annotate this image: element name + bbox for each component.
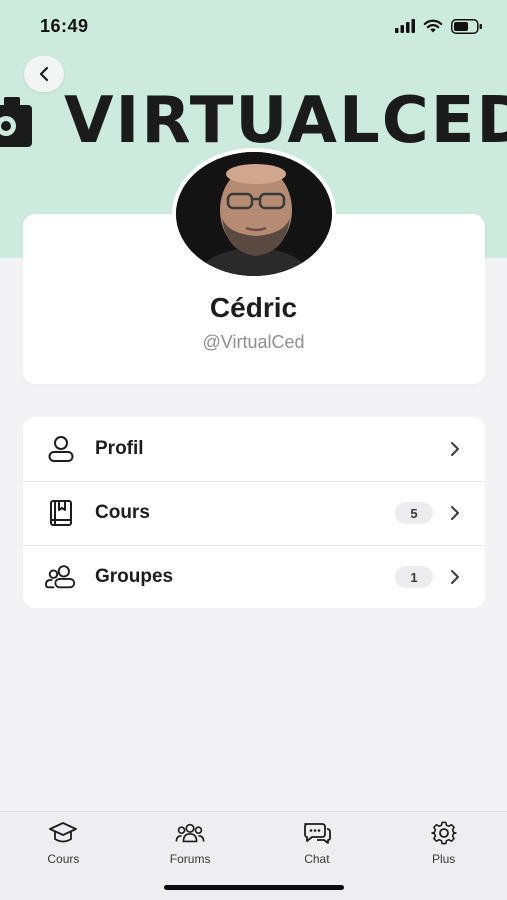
status-bar: 16:49 [0, 0, 507, 52]
tab-label: Plus [431, 852, 456, 866]
book-icon [45, 497, 77, 529]
chevron-right-icon [445, 503, 465, 523]
camera-logo-icon [0, 97, 32, 147]
people-icon [175, 820, 205, 846]
battery-icon [451, 18, 482, 34]
menu-item-profil[interactable]: Profil [23, 417, 485, 481]
tab-label: Cours [47, 852, 80, 866]
graduation-cap-icon [48, 820, 78, 846]
group-icon [45, 561, 77, 593]
banner-logo: VIRTUALCED [0, 86, 507, 156]
menu-item-groupes[interactable]: Groupes 1 [23, 545, 485, 609]
status-icons [395, 18, 483, 34]
menu-item-label: Cours [95, 502, 150, 523]
person-icon [45, 433, 77, 465]
avatar[interactable] [172, 148, 336, 280]
banner-text: VIRTUALCED [64, 84, 507, 158]
signal-icon [395, 19, 415, 33]
avatar-photo [176, 152, 332, 276]
wifi-icon [423, 19, 443, 33]
count-badge: 1 [395, 566, 433, 588]
tab-cours[interactable]: Cours [0, 812, 127, 900]
status-time: 16:49 [40, 15, 89, 36]
back-button[interactable] [24, 56, 64, 92]
tab-label: Forums [169, 852, 211, 866]
count-badge: 5 [395, 502, 433, 524]
tab-plus[interactable]: Plus [380, 812, 507, 900]
menu-item-cours[interactable]: Cours 5 [23, 481, 485, 545]
menu-item-label: Profil [95, 438, 144, 459]
gear-icon [429, 820, 459, 846]
chat-bubbles-icon [302, 820, 332, 846]
home-indicator[interactable] [164, 885, 344, 890]
tab-label: Chat [304, 852, 330, 866]
profile-name: Cédric [209, 292, 298, 323]
chevron-right-icon [445, 439, 465, 459]
menu-list: Profil Cours 5 Groupes 1 [23, 417, 485, 608]
profile-handle: @VirtualCed [202, 332, 305, 352]
menu-item-label: Groupes [95, 566, 174, 587]
chevron-right-icon [445, 567, 465, 587]
chevron-left-icon [39, 66, 49, 82]
